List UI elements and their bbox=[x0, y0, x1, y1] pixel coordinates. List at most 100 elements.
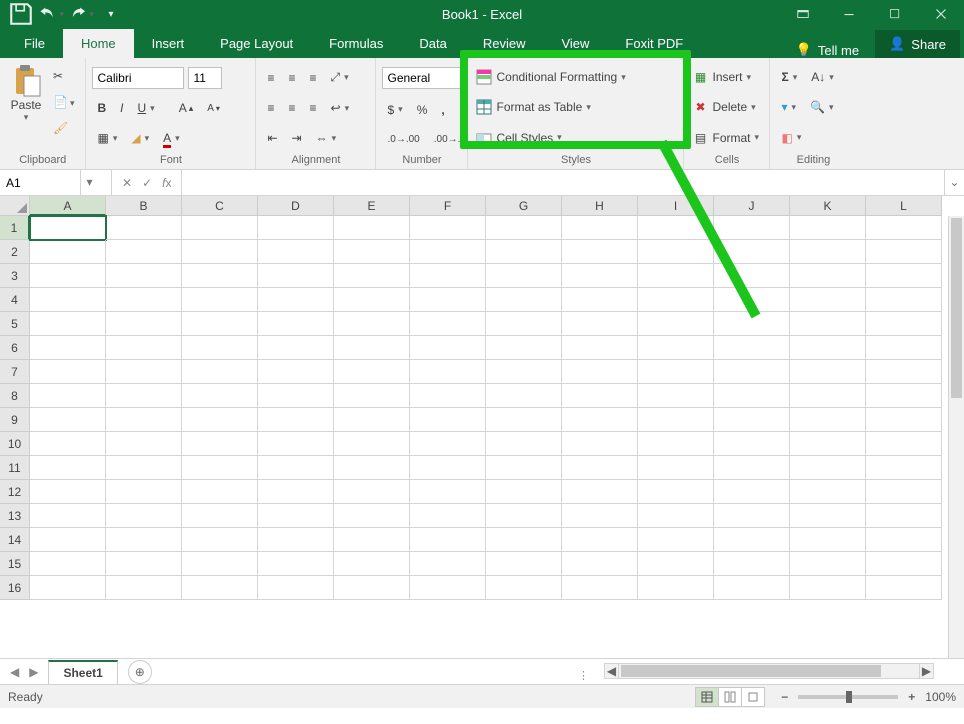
cells-area[interactable] bbox=[30, 216, 948, 658]
cell[interactable] bbox=[182, 432, 258, 456]
cell[interactable] bbox=[866, 240, 942, 264]
cell[interactable] bbox=[562, 528, 638, 552]
vertical-scrollbar[interactable] bbox=[948, 216, 964, 658]
cell[interactable] bbox=[562, 312, 638, 336]
format-cells-button[interactable]: ▤Format▾ bbox=[690, 128, 763, 148]
cell[interactable] bbox=[334, 336, 410, 360]
cell[interactable] bbox=[866, 576, 942, 600]
cell[interactable] bbox=[562, 504, 638, 528]
row-header[interactable]: 13 bbox=[0, 504, 30, 528]
cell[interactable] bbox=[258, 336, 334, 360]
sheet-nav-next[interactable]: ▶ bbox=[25, 665, 42, 679]
align-top-button[interactable]: ≡ bbox=[262, 68, 279, 88]
redo-button[interactable] bbox=[68, 2, 94, 26]
tab-view[interactable]: View bbox=[543, 29, 607, 58]
cell[interactable] bbox=[866, 504, 942, 528]
tab-data[interactable]: Data bbox=[401, 29, 464, 58]
cell[interactable] bbox=[182, 408, 258, 432]
cell[interactable] bbox=[866, 432, 942, 456]
cell[interactable] bbox=[334, 264, 410, 288]
cell[interactable] bbox=[410, 264, 486, 288]
cell[interactable] bbox=[106, 360, 182, 384]
cell[interactable] bbox=[258, 552, 334, 576]
cell[interactable] bbox=[638, 360, 714, 384]
column-header[interactable]: D bbox=[258, 196, 334, 216]
underline-button[interactable]: U bbox=[133, 98, 160, 118]
cell[interactable] bbox=[30, 432, 106, 456]
cell[interactable] bbox=[638, 240, 714, 264]
cell[interactable] bbox=[182, 336, 258, 360]
row-header[interactable]: 16 bbox=[0, 576, 30, 600]
cell[interactable] bbox=[258, 288, 334, 312]
tab-home[interactable]: Home bbox=[63, 29, 134, 58]
cell[interactable] bbox=[790, 528, 866, 552]
cell[interactable] bbox=[486, 312, 562, 336]
sort-filter-button[interactable]: A↓ bbox=[806, 67, 839, 87]
column-header[interactable]: A bbox=[30, 196, 106, 216]
cell[interactable] bbox=[866, 456, 942, 480]
cell[interactable] bbox=[334, 312, 410, 336]
row-header[interactable]: 10 bbox=[0, 432, 30, 456]
cell[interactable] bbox=[486, 456, 562, 480]
cell[interactable] bbox=[30, 528, 106, 552]
cell[interactable] bbox=[562, 264, 638, 288]
tab-file[interactable]: File bbox=[6, 29, 63, 58]
cell[interactable] bbox=[106, 216, 182, 240]
number-format-input[interactable] bbox=[382, 67, 462, 89]
cell[interactable] bbox=[410, 312, 486, 336]
cell[interactable] bbox=[714, 312, 790, 336]
tab-review[interactable]: Review bbox=[465, 29, 544, 58]
copy-button[interactable]: 📄 bbox=[48, 92, 79, 112]
cell[interactable] bbox=[562, 360, 638, 384]
row-header[interactable]: 9 bbox=[0, 408, 30, 432]
cell[interactable] bbox=[106, 336, 182, 360]
cell[interactable] bbox=[30, 480, 106, 504]
cell[interactable] bbox=[714, 480, 790, 504]
cell[interactable] bbox=[334, 456, 410, 480]
select-all-button[interactable] bbox=[0, 196, 30, 216]
cell[interactable] bbox=[258, 408, 334, 432]
cell[interactable] bbox=[866, 336, 942, 360]
cell[interactable] bbox=[638, 576, 714, 600]
horizontal-scrollbar[interactable]: ◀ ▶ bbox=[604, 663, 934, 679]
insert-cells-button[interactable]: ▦Insert▾ bbox=[690, 67, 763, 87]
cell[interactable] bbox=[714, 288, 790, 312]
cell[interactable] bbox=[30, 360, 106, 384]
cell[interactable] bbox=[182, 384, 258, 408]
cell[interactable] bbox=[30, 264, 106, 288]
cell[interactable] bbox=[106, 480, 182, 504]
cell[interactable] bbox=[258, 384, 334, 408]
cell[interactable] bbox=[182, 264, 258, 288]
cell[interactable] bbox=[486, 432, 562, 456]
cell[interactable] bbox=[714, 552, 790, 576]
zoom-out-button[interactable]: − bbox=[777, 690, 792, 704]
cell[interactable] bbox=[182, 552, 258, 576]
cell[interactable] bbox=[866, 312, 942, 336]
cell[interactable] bbox=[334, 216, 410, 240]
cell[interactable] bbox=[182, 504, 258, 528]
cell-styles-button[interactable]: Cell Styles ▾ bbox=[474, 128, 677, 148]
cell[interactable] bbox=[258, 576, 334, 600]
cell[interactable] bbox=[106, 264, 182, 288]
column-header[interactable]: K bbox=[790, 196, 866, 216]
cell[interactable] bbox=[258, 528, 334, 552]
cell[interactable] bbox=[106, 528, 182, 552]
save-button[interactable] bbox=[8, 2, 34, 26]
fill-button[interactable]: ▾ bbox=[776, 97, 801, 117]
increase-decimal-button[interactable]: .0→.00 bbox=[382, 131, 424, 148]
cell[interactable] bbox=[410, 216, 486, 240]
cell[interactable] bbox=[866, 528, 942, 552]
cell[interactable] bbox=[106, 312, 182, 336]
minimize-button[interactable] bbox=[826, 0, 872, 28]
cell[interactable] bbox=[638, 264, 714, 288]
ribbon-display-icon[interactable] bbox=[780, 0, 826, 28]
cell[interactable] bbox=[106, 384, 182, 408]
cell[interactable] bbox=[30, 408, 106, 432]
cell[interactable] bbox=[258, 432, 334, 456]
cell[interactable] bbox=[30, 288, 106, 312]
cell[interactable] bbox=[638, 552, 714, 576]
cell[interactable] bbox=[334, 432, 410, 456]
cell[interactable] bbox=[562, 408, 638, 432]
enter-formula-button[interactable]: ✓ bbox=[142, 176, 152, 190]
cell[interactable] bbox=[790, 264, 866, 288]
